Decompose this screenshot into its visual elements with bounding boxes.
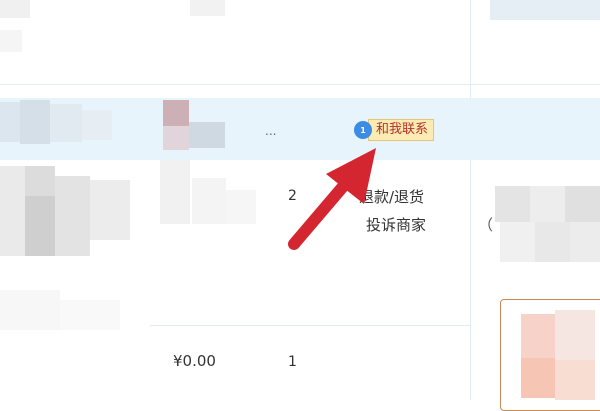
blurred-order-info <box>20 100 50 144</box>
blurred-status <box>500 222 535 262</box>
blurred-product-image <box>55 176 90 256</box>
blurred-content <box>190 0 225 16</box>
blurred-shop-logo <box>163 100 189 126</box>
blurred-content <box>490 0 600 20</box>
item-price: ¥0.00 <box>173 352 216 370</box>
blurred-product-title <box>226 190 256 224</box>
chat-bubble-icon: 1 <box>354 121 372 139</box>
blurred-content <box>0 30 22 52</box>
blurred-product-title <box>192 178 226 224</box>
blurred-content <box>0 0 30 18</box>
blurred-product-image <box>90 180 130 240</box>
item-quantity: 1 <box>288 354 297 370</box>
blurred-order-info <box>0 102 20 142</box>
blurred-product-image <box>0 166 25 256</box>
contact-seller-button[interactable]: 1 和我联系 <box>354 119 435 141</box>
blurred-status <box>565 186 600 222</box>
blurred-button-content <box>521 314 555 358</box>
contact-seller-label: 和我联系 <box>368 119 435 141</box>
blurred-order-info <box>82 110 112 140</box>
order-ellipsis: ... <box>265 124 277 138</box>
column-divider <box>470 0 471 400</box>
blurred-status <box>530 186 565 222</box>
blurred-shop-name <box>189 122 225 148</box>
action-button-frame[interactable] <box>500 299 600 411</box>
blurred-product-image <box>25 196 55 256</box>
row-divider <box>150 325 470 326</box>
blurred-shop-logo <box>163 126 189 150</box>
blurred-status <box>495 186 530 222</box>
blurred-product-title <box>0 290 60 330</box>
row-divider <box>0 84 600 85</box>
blurred-product-image <box>25 166 55 196</box>
blurred-button-content <box>555 360 595 400</box>
blurred-button-content <box>521 358 555 398</box>
blurred-product-title <box>60 300 120 330</box>
annotation-arrow-icon <box>288 148 376 250</box>
blurred-status <box>570 222 600 262</box>
blurred-status <box>535 222 570 262</box>
blurred-order-info <box>50 104 82 142</box>
status-paren: （ <box>478 216 494 234</box>
blurred-product-title <box>160 160 190 224</box>
blurred-button-content <box>555 310 595 360</box>
